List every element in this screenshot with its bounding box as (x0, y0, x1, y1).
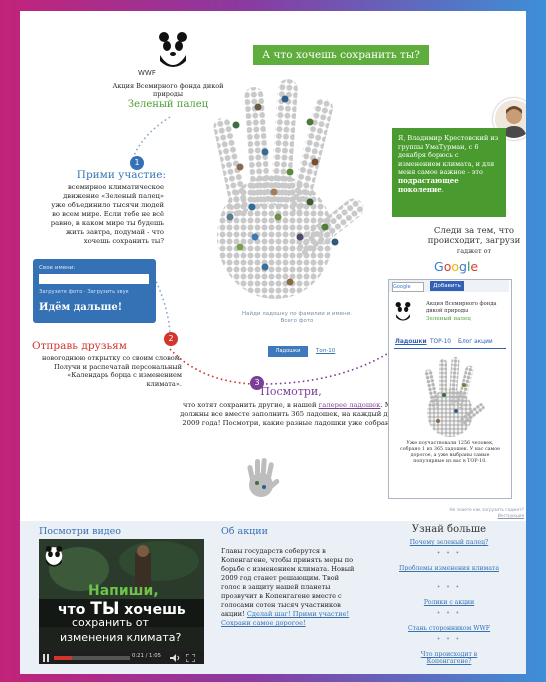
video-caption-line3: сохранить от (72, 616, 149, 629)
google-logo[interactable]: Google (434, 259, 478, 274)
more-link-supporter[interactable]: Стань сторонником WWF (398, 625, 500, 632)
look-title: Посмотри, (260, 385, 322, 398)
gadget-hand-graphic (424, 357, 485, 437)
name-label: Свое имени: (39, 265, 76, 271)
video-caption-line1: Напиши, (88, 583, 159, 599)
quote-end: . (441, 185, 444, 194)
volume-icon[interactable] (170, 654, 180, 662)
quote-text: Я, Владимир Крестовский из группы УмаТур… (398, 134, 499, 177)
join-title: Прими участие: (76, 169, 166, 181)
video-time: 0:21 / 1:05 (132, 653, 161, 659)
hand-of-photos-graphic[interactable] (170, 77, 380, 309)
gallery-link[interactable]: галерее ладошек (319, 401, 381, 409)
about-title: Об акции (221, 526, 268, 537)
more-link-videos[interactable]: Ролики с акции (398, 599, 500, 606)
step-1-badge: 1 (130, 156, 144, 170)
gadget-tab-blog[interactable]: Блог акции (458, 339, 493, 345)
gadget-help: Не знаете как загрузить гаджет? Инструкц… (424, 507, 524, 518)
hands-button[interactable]: Ладошки (268, 346, 308, 357)
top10-link[interactable]: Топ-10 (316, 346, 335, 357)
go-next-button[interactable]: Идём дальше! (39, 302, 122, 313)
join-text: всемирное климатическое движение «Зелены… (50, 183, 164, 245)
gadget-promo-line2: происходит, загрузи (427, 236, 521, 246)
more-dots: • • • (436, 610, 462, 617)
about-text: Главы государств соберутся в Копенгагене… (221, 547, 355, 628)
more-dots: • • • (436, 636, 462, 643)
gadget-add-button[interactable]: Добавить (430, 281, 464, 291)
pause-icon[interactable] (42, 654, 50, 662)
send-text: новогоднюю открытку со своим словом. Пол… (42, 354, 182, 388)
about-body: Главы государств соберутся в Копенгагене… (221, 547, 355, 618)
page: WWF Акция Всемирного фонда дикой природы… (20, 11, 526, 674)
gadget-tab-hands[interactable]: Ладошки (395, 339, 427, 345)
gadget-panda-icon (395, 302, 411, 321)
gadget-google-search[interactable]: Google (392, 282, 424, 292)
more-link-why[interactable]: Почему зеленый палец? (398, 539, 500, 546)
gadget-tab-divider (394, 348, 506, 349)
gadget-text: Уже поучаствовали 1256 человек, собрано … (400, 441, 500, 464)
gadget-promo-line1: Следи за тем, что (433, 226, 515, 236)
look-text-before: что хотят сохранить другие, в нашей (182, 401, 317, 409)
video-caption-line4: изменения климата? (60, 631, 182, 644)
more-dots: • • • (436, 550, 462, 557)
quote-highlight: подрастающее поколение (398, 175, 459, 194)
hand-caption: Найди ладошку по фамилии и имени. Всего … (242, 311, 352, 324)
video-title: Посмотри видео (39, 526, 121, 537)
gadget-org: Акция Всемирного фонда дикой природы (426, 301, 497, 314)
video-panda-icon (45, 546, 63, 567)
look-text: что хотят сохранить другие, в нашей гале… (172, 401, 408, 428)
more-link-copenhagen[interactable]: Что происходит в Копенгагене? (398, 651, 500, 666)
video-progress-bar[interactable] (54, 656, 130, 660)
more-link-problems[interactable]: Проблемы изменения климата (398, 565, 500, 572)
gadget-help-link[interactable]: Инструкция (424, 513, 524, 519)
gadget-promo: Следи за тем, что происходит, загрузи га… (426, 226, 522, 256)
more-dots: • • • (436, 584, 462, 591)
upload-hint[interactable]: Загрузите фото · Загрузить звук (39, 289, 129, 295)
gadget-promo-line3: гаджет от (456, 247, 492, 255)
gadget-campaign: Зеленый палец (426, 316, 471, 322)
send-title[interactable]: Отправь друзьям (32, 340, 182, 352)
gadget-tab-top10[interactable]: TOP-10 (430, 339, 451, 345)
name-input[interactable] (39, 274, 149, 284)
fullscreen-icon[interactable] (186, 654, 195, 662)
small-hand-thumbnail[interactable] (239, 455, 283, 499)
quote-card: Я, Владимир Крестовский из группы УмаТур… (392, 128, 506, 217)
learn-more-title: Узнай больше (411, 524, 487, 535)
